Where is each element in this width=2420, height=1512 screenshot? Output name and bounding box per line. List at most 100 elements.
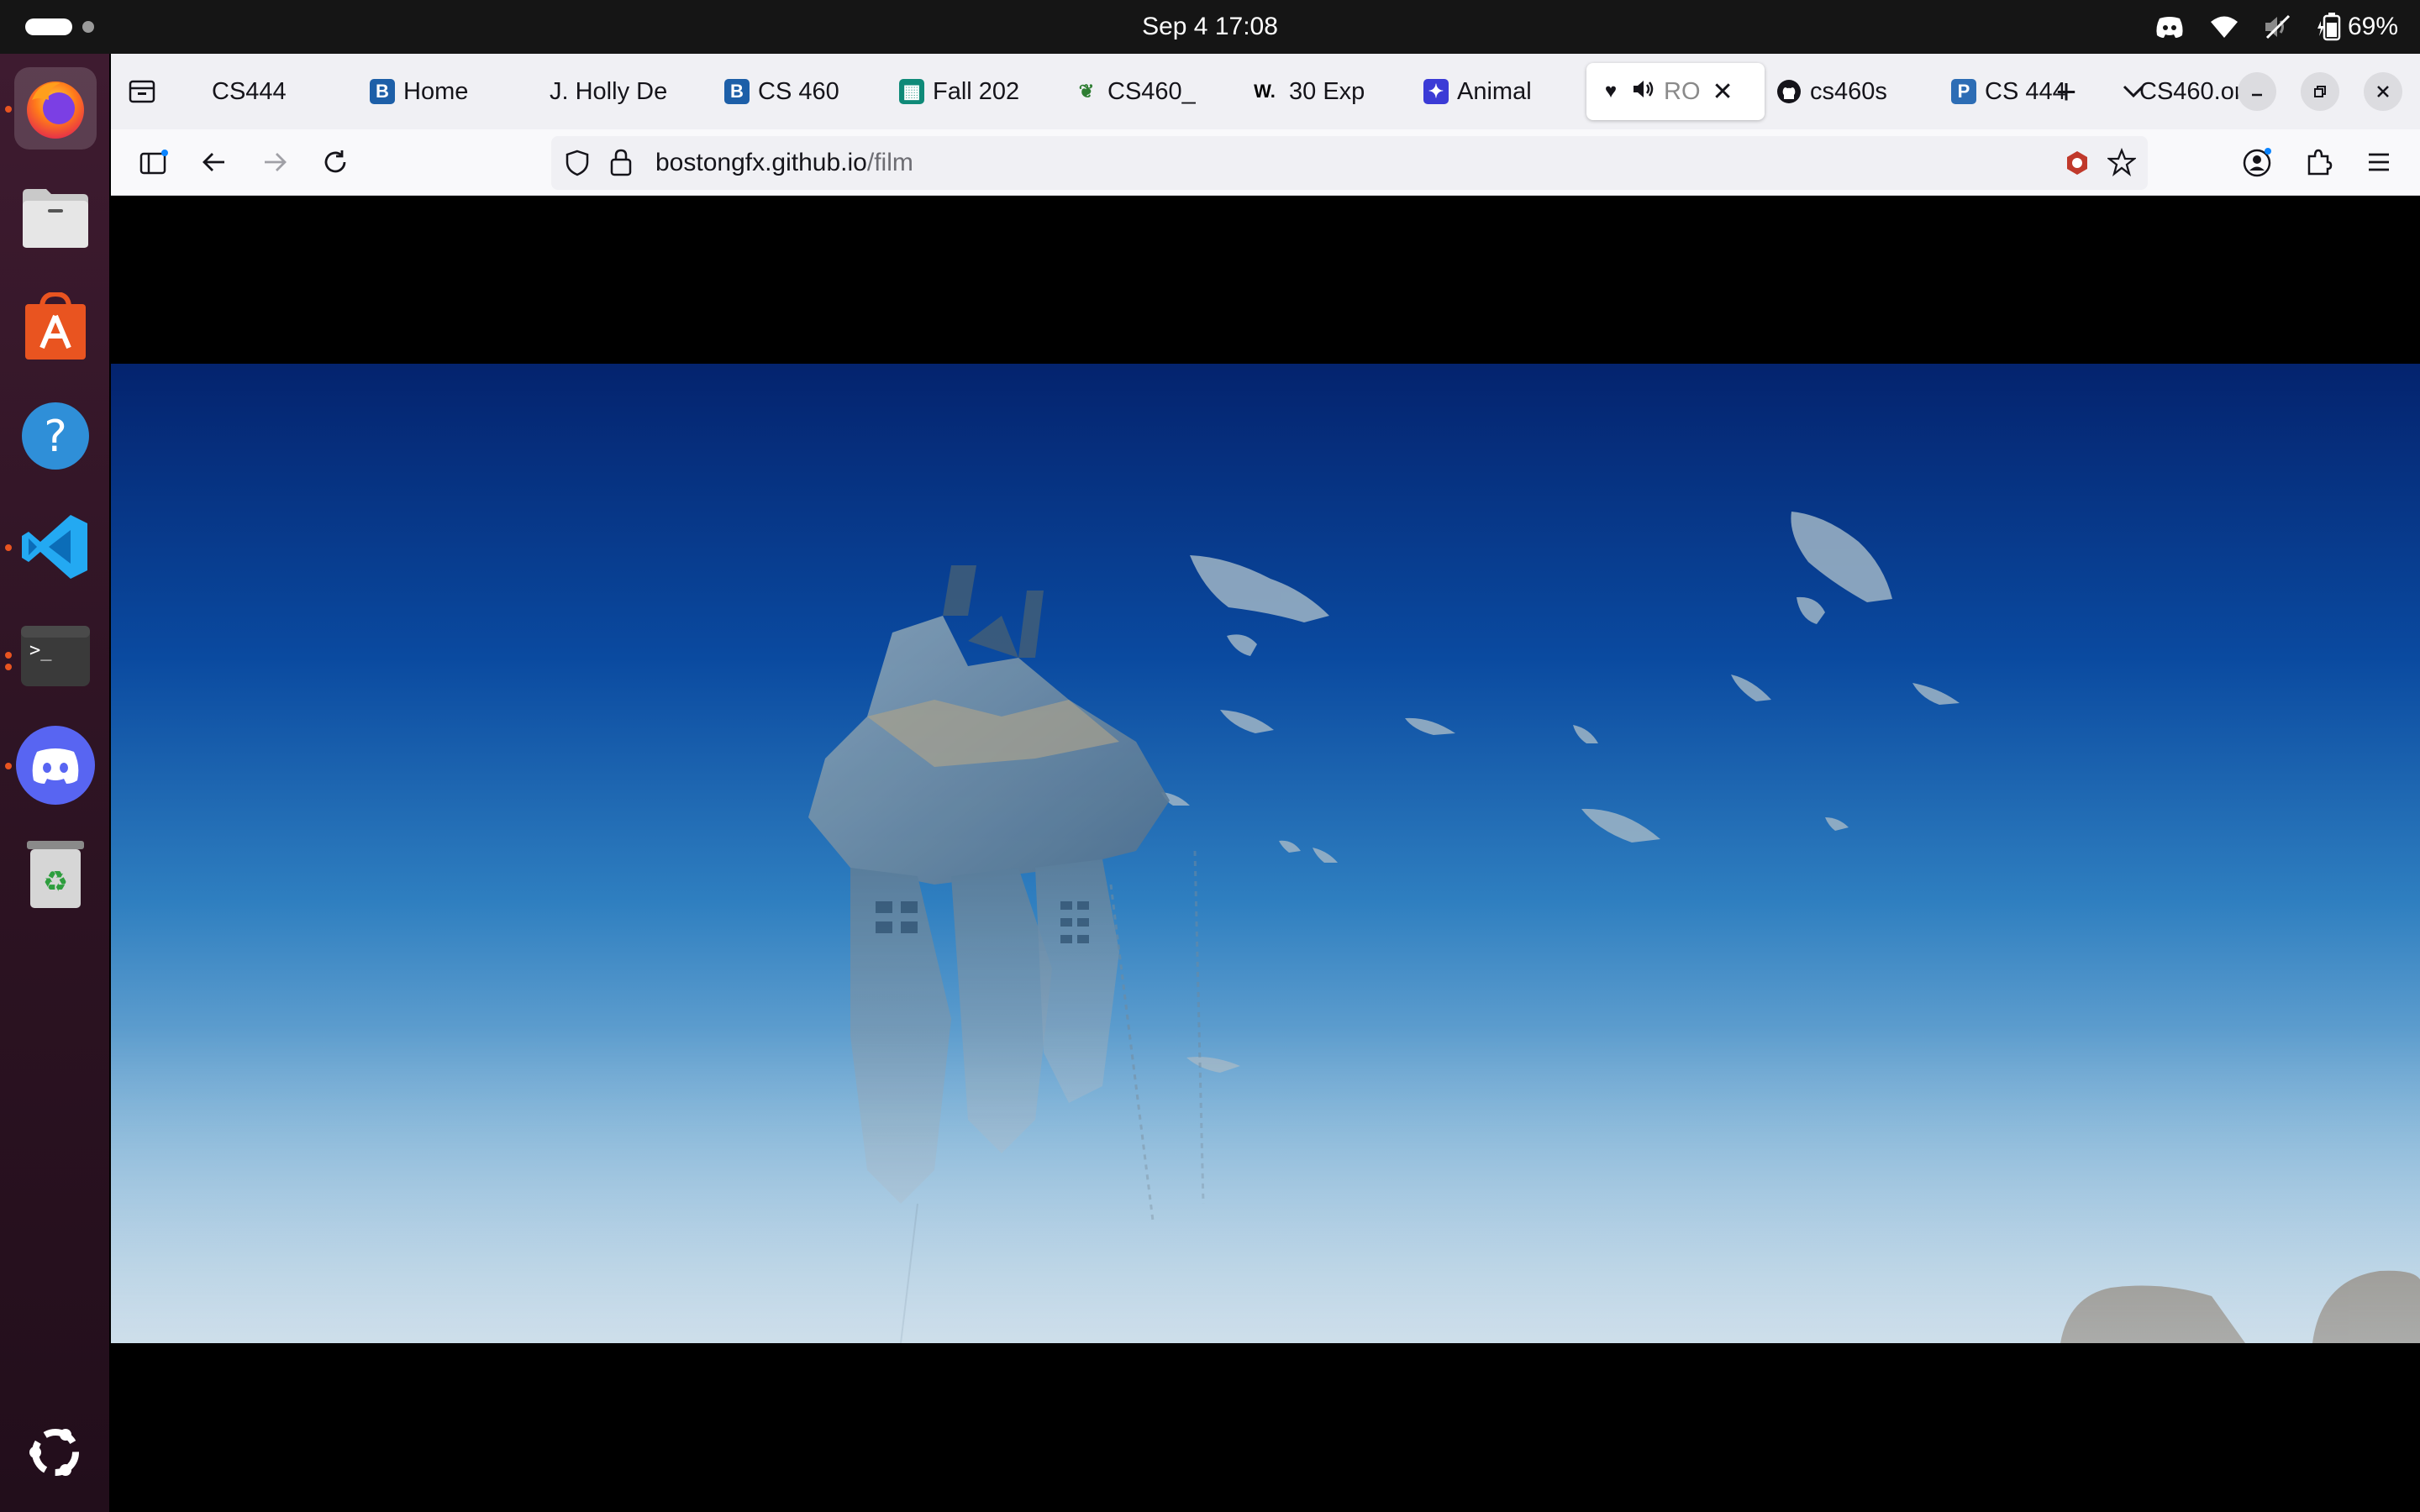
horizon-fog [111,1024,2420,1343]
w-favicon-icon: W. [1254,81,1276,102]
blackboard-favicon-icon: B [724,79,750,104]
restore-icon [2314,86,2326,97]
list-all-tabs-button[interactable] [2111,69,2156,114]
close-tab-icon[interactable]: ✕ [1712,77,1733,107]
dock: ? >_ ♻ [0,54,109,1512]
tab-30-exp[interactable]: W. 30 Exp [1237,63,1412,120]
close-window-button[interactable] [2364,72,2402,111]
reload-icon [324,150,346,173]
restore-button[interactable] [2301,72,2339,111]
vscode-icon [22,515,87,579]
dock-discord[interactable] [14,724,97,806]
url-host: bostongfx.github.io [655,149,867,176]
github-favicon-icon [1776,79,1802,104]
app-menu-button[interactable] [2356,139,2402,185]
tab-label: CS444 [212,77,287,105]
terminal-icon: >_ [21,626,90,686]
forward-button[interactable] [252,139,297,185]
arrow-left-icon [203,153,224,171]
system-tray[interactable]: 69% [2154,0,2398,54]
plus-icon: + [2055,71,2077,111]
firefox-view-icon [129,80,155,103]
url-path: /film [866,149,913,176]
svg-text:♻: ♻ [43,865,68,899]
tab-ro-active[interactable]: ♥ RO ✕ [1586,63,1765,120]
show-apps-button[interactable] [14,1411,97,1494]
dock-app-center[interactable] [14,286,97,368]
tab-fall[interactable]: ▦ Fall 202 [887,63,1062,120]
dock-firefox[interactable] [14,67,97,150]
tab-bar: CS444 B Home J. Holly De B CS 460 ▦ Fall… [111,54,2420,129]
firefox-view-button[interactable] [119,69,165,114]
navigation-toolbar: bostongfx.github.io/film [111,129,2420,196]
tab-label: cs460s [1810,77,1887,105]
new-tab-button[interactable]: + [2044,69,2089,114]
minimize-button[interactable] [2238,72,2276,111]
help-icon: ? [22,402,89,470]
running-indicator [5,544,12,551]
leaf-favicon-icon: ❦ [1078,81,1095,102]
extensions-button[interactable] [2296,139,2341,185]
address-bar[interactable]: bostongfx.github.io/film [551,136,2148,190]
sidebar-icon [139,150,168,175]
bookmark-star-icon[interactable] [2106,147,2138,181]
app-center-icon [25,292,86,360]
sheets-favicon-icon: ▦ [899,79,924,104]
tab-holly[interactable]: J. Holly De [516,63,713,120]
system-top-bar: Sep 4 17:08 69% [0,0,2420,54]
dock-trash[interactable]: ♻ [14,833,97,916]
battery-indicator[interactable]: 69% [2317,13,2398,41]
back-button[interactable] [192,139,237,185]
dock-files[interactable] [14,176,97,259]
film-canvas[interactable] [111,364,2420,1343]
tab-label: J. Holly De [550,77,668,105]
clock[interactable]: Sep 4 17:08 [0,0,2420,54]
audio-playing-icon[interactable] [1632,78,1655,106]
tab-label: Fall 202 [933,77,1020,105]
tab-cs460s-github[interactable]: cs460s [1765,63,1939,120]
svg-text:>_: >_ [29,640,52,661]
dock-vscode[interactable] [14,506,97,588]
heart-favicon-icon: ♥ [1604,80,1618,102]
tab-cs444[interactable]: CS444 [178,63,358,120]
discord-icon [16,726,95,805]
running-indicator [5,652,12,659]
account-icon [2243,148,2271,177]
account-button[interactable] [2235,139,2281,185]
puzzle-icon [2307,149,2333,176]
arrow-right-icon [265,153,287,171]
extension-shield-icon[interactable] [2064,150,2091,181]
chevron-down-icon [2123,85,2144,98]
tab-label: 30 Exp [1289,77,1365,105]
reload-button[interactable] [313,139,358,185]
tab-label: Animal [1457,77,1532,105]
tab-animal[interactable]: ✦ Animal [1412,63,1586,120]
dock-help[interactable]: ? [14,395,97,477]
blackboard-favicon-icon: B [370,79,395,104]
wifi-icon[interactable] [2210,15,2238,39]
image-favicon-icon: ✦ [1423,79,1449,104]
piazza-favicon-icon: P [1951,79,1976,104]
tab-home[interactable]: B Home [358,63,516,120]
tracking-protection-shield-icon[interactable] [565,150,590,181]
running-indicator [5,664,12,670]
url-text[interactable]: bostongfx.github.io/film [655,136,913,190]
files-icon [23,189,88,248]
ubuntu-logo-icon [29,1429,79,1476]
dock-terminal[interactable]: >_ [14,615,97,697]
sidebar-toggle-button[interactable] [131,139,176,185]
running-indicator [5,106,12,113]
discord-tray-icon[interactable] [2154,15,2185,39]
tab-label: Home [403,77,469,105]
svg-text:?: ? [44,412,67,462]
tab-cs460-underscore[interactable]: ❦ CS460_ [1062,63,1237,120]
tab-cs460[interactable]: B CS 460 [713,63,887,120]
battery-charging-icon [2317,13,2341,41]
tab-strip: CS444 B Home J. Holly De B CS 460 ▦ Fall… [178,60,2302,123]
tab-label: CS 460 [758,77,839,105]
tab-label: RO [1664,77,1701,105]
volume-muted-icon[interactable] [2264,14,2292,39]
minimize-icon [2252,93,2262,97]
lock-icon[interactable] [610,148,632,181]
page-viewport [111,196,2420,1512]
